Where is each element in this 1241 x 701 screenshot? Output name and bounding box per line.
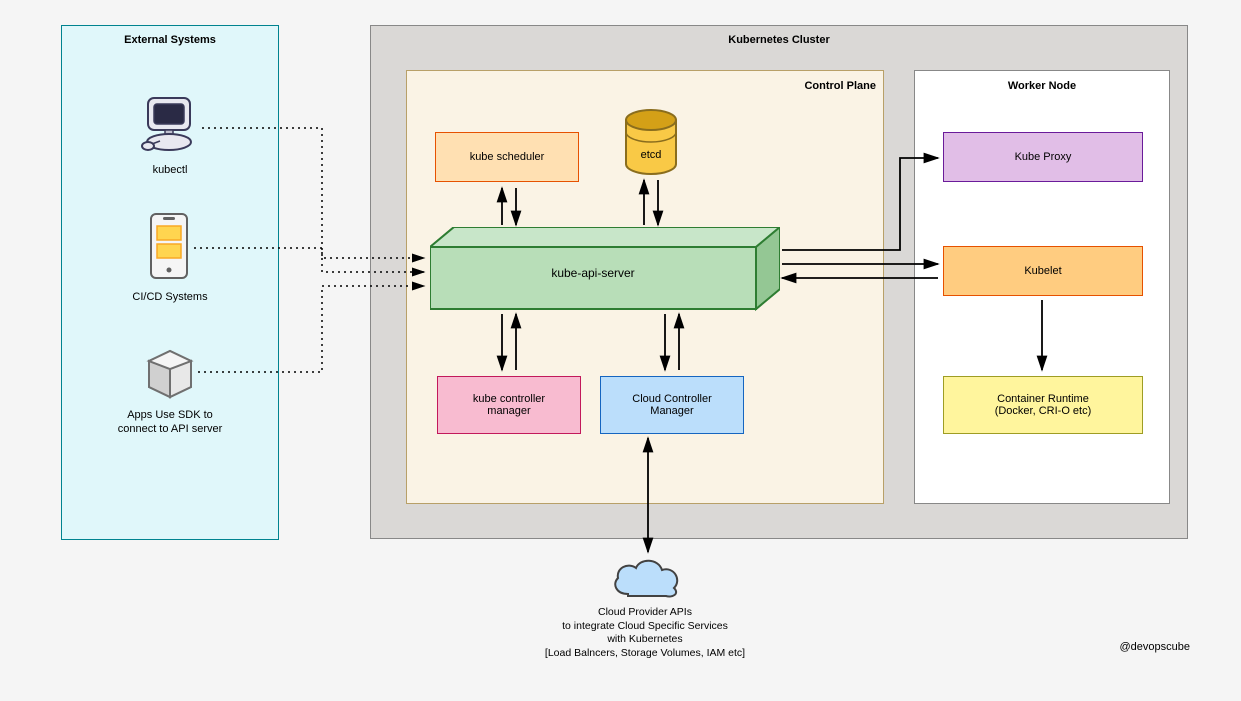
worker-node-title: Worker Node [914, 80, 1170, 92]
cloud-text: Cloud Provider APIs to integrate Cloud S… [500, 606, 790, 661]
controller-manager-box: kube controller manager [437, 376, 581, 434]
external-systems-title: External Systems [61, 34, 279, 46]
cloud-controller-label: Cloud Controller Manager [632, 393, 711, 417]
kubelet-box: Kubelet [943, 246, 1143, 296]
container-runtime-box: Container Runtime (Docker, CRI-O etc) [943, 376, 1143, 434]
cube-icon [143, 347, 197, 401]
cluster-title: Kubernetes Cluster [370, 34, 1188, 46]
control-plane-title: Control Plane [740, 80, 876, 92]
api-server-label: kube-api-server [430, 266, 756, 282]
kube-scheduler-box: kube scheduler [435, 132, 579, 182]
credit-label: @devopscube [1070, 640, 1190, 654]
kube-scheduler-label: kube scheduler [470, 151, 545, 163]
apps-label: Apps Use SDK to connect to API server [61, 408, 279, 437]
cicd-label: CI/CD Systems [61, 290, 279, 304]
etcd-label: etcd [622, 148, 680, 162]
kube-proxy-label: Kube Proxy [1015, 151, 1072, 163]
cicd-icon [147, 212, 191, 282]
etcd-icon [622, 108, 680, 180]
kube-proxy-box: Kube Proxy [943, 132, 1143, 182]
kubelet-label: Kubelet [1024, 265, 1061, 277]
cloud-controller-box: Cloud Controller Manager [600, 376, 744, 434]
computer-icon [138, 94, 200, 154]
kubectl-label: kubectl [61, 163, 279, 177]
controller-manager-label: kube controller manager [473, 393, 545, 417]
cloud-icon [608, 554, 684, 600]
container-runtime-label: Container Runtime (Docker, CRI-O etc) [995, 393, 1092, 417]
